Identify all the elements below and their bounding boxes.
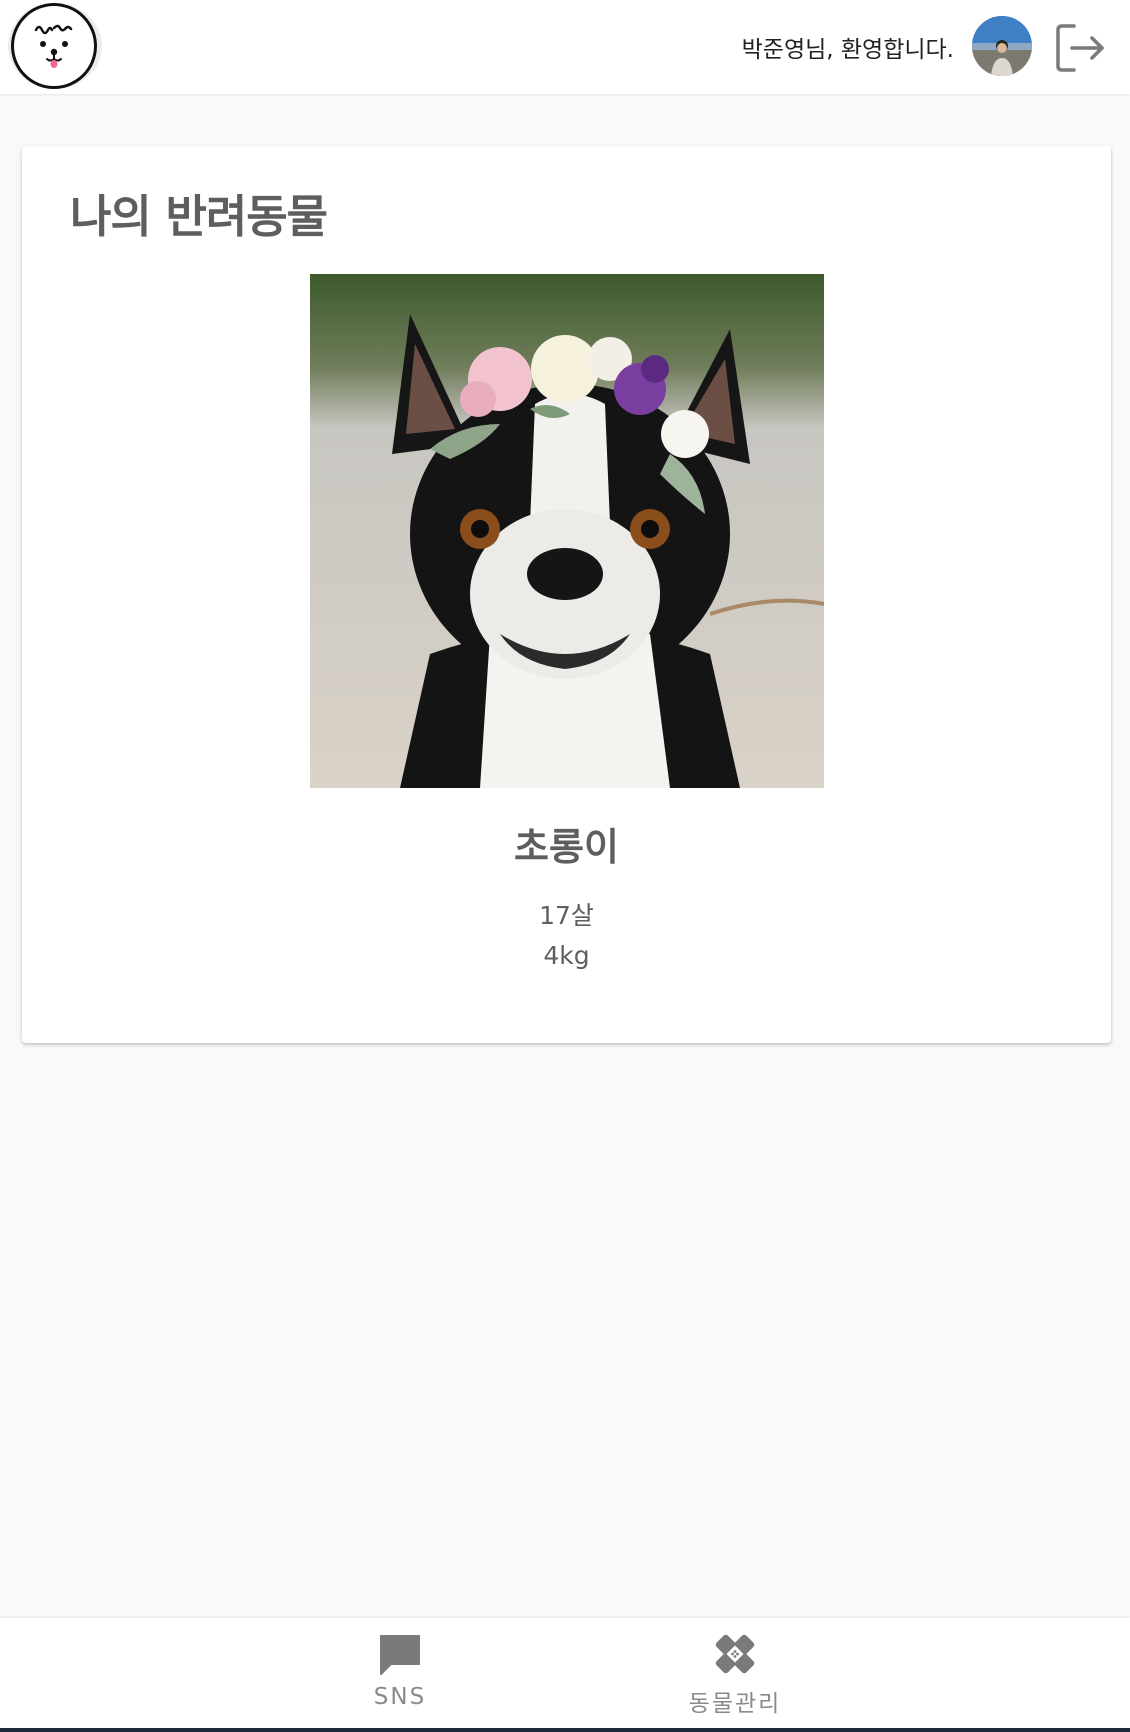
nav-item-sns[interactable]: SNS	[320, 1632, 480, 1724]
nav-item-label: 동물관리	[688, 1691, 782, 1717]
dog-photo	[310, 274, 824, 788]
pet-name: 초롱이	[514, 825, 619, 869]
pet-weight: 4kg	[543, 941, 590, 970]
bottom-navigation: SNS 동물관리	[0, 1618, 1130, 1732]
chat-bubble-icon	[380, 1635, 420, 1675]
card-title: 나의 반려동물	[70, 190, 328, 243]
top-header: 박준영님, 환영합니다.	[0, 0, 1130, 94]
nav-item-label: SNS	[373, 1684, 427, 1710]
app-root: 박준영님, 환영합니다. 나의 반려동물 초롱이 17살 4kg SNS 동물관…	[0, 0, 1130, 1732]
pet-age: 17살	[539, 901, 594, 930]
user-avatar-icon[interactable]	[972, 16, 1032, 76]
my-pet-card: 나의 반려동물 초롱이 17살 4kg	[22, 146, 1111, 1043]
welcome-message: 박준영님, 환영합니다.	[741, 37, 954, 63]
logout-icon[interactable]	[1052, 20, 1108, 76]
nav-item-pet-management[interactable]: 동물관리	[655, 1632, 815, 1724]
dog-face-logo-icon	[11, 3, 97, 89]
bandage-icon	[715, 1634, 755, 1674]
logo-button[interactable]	[8, 3, 102, 89]
